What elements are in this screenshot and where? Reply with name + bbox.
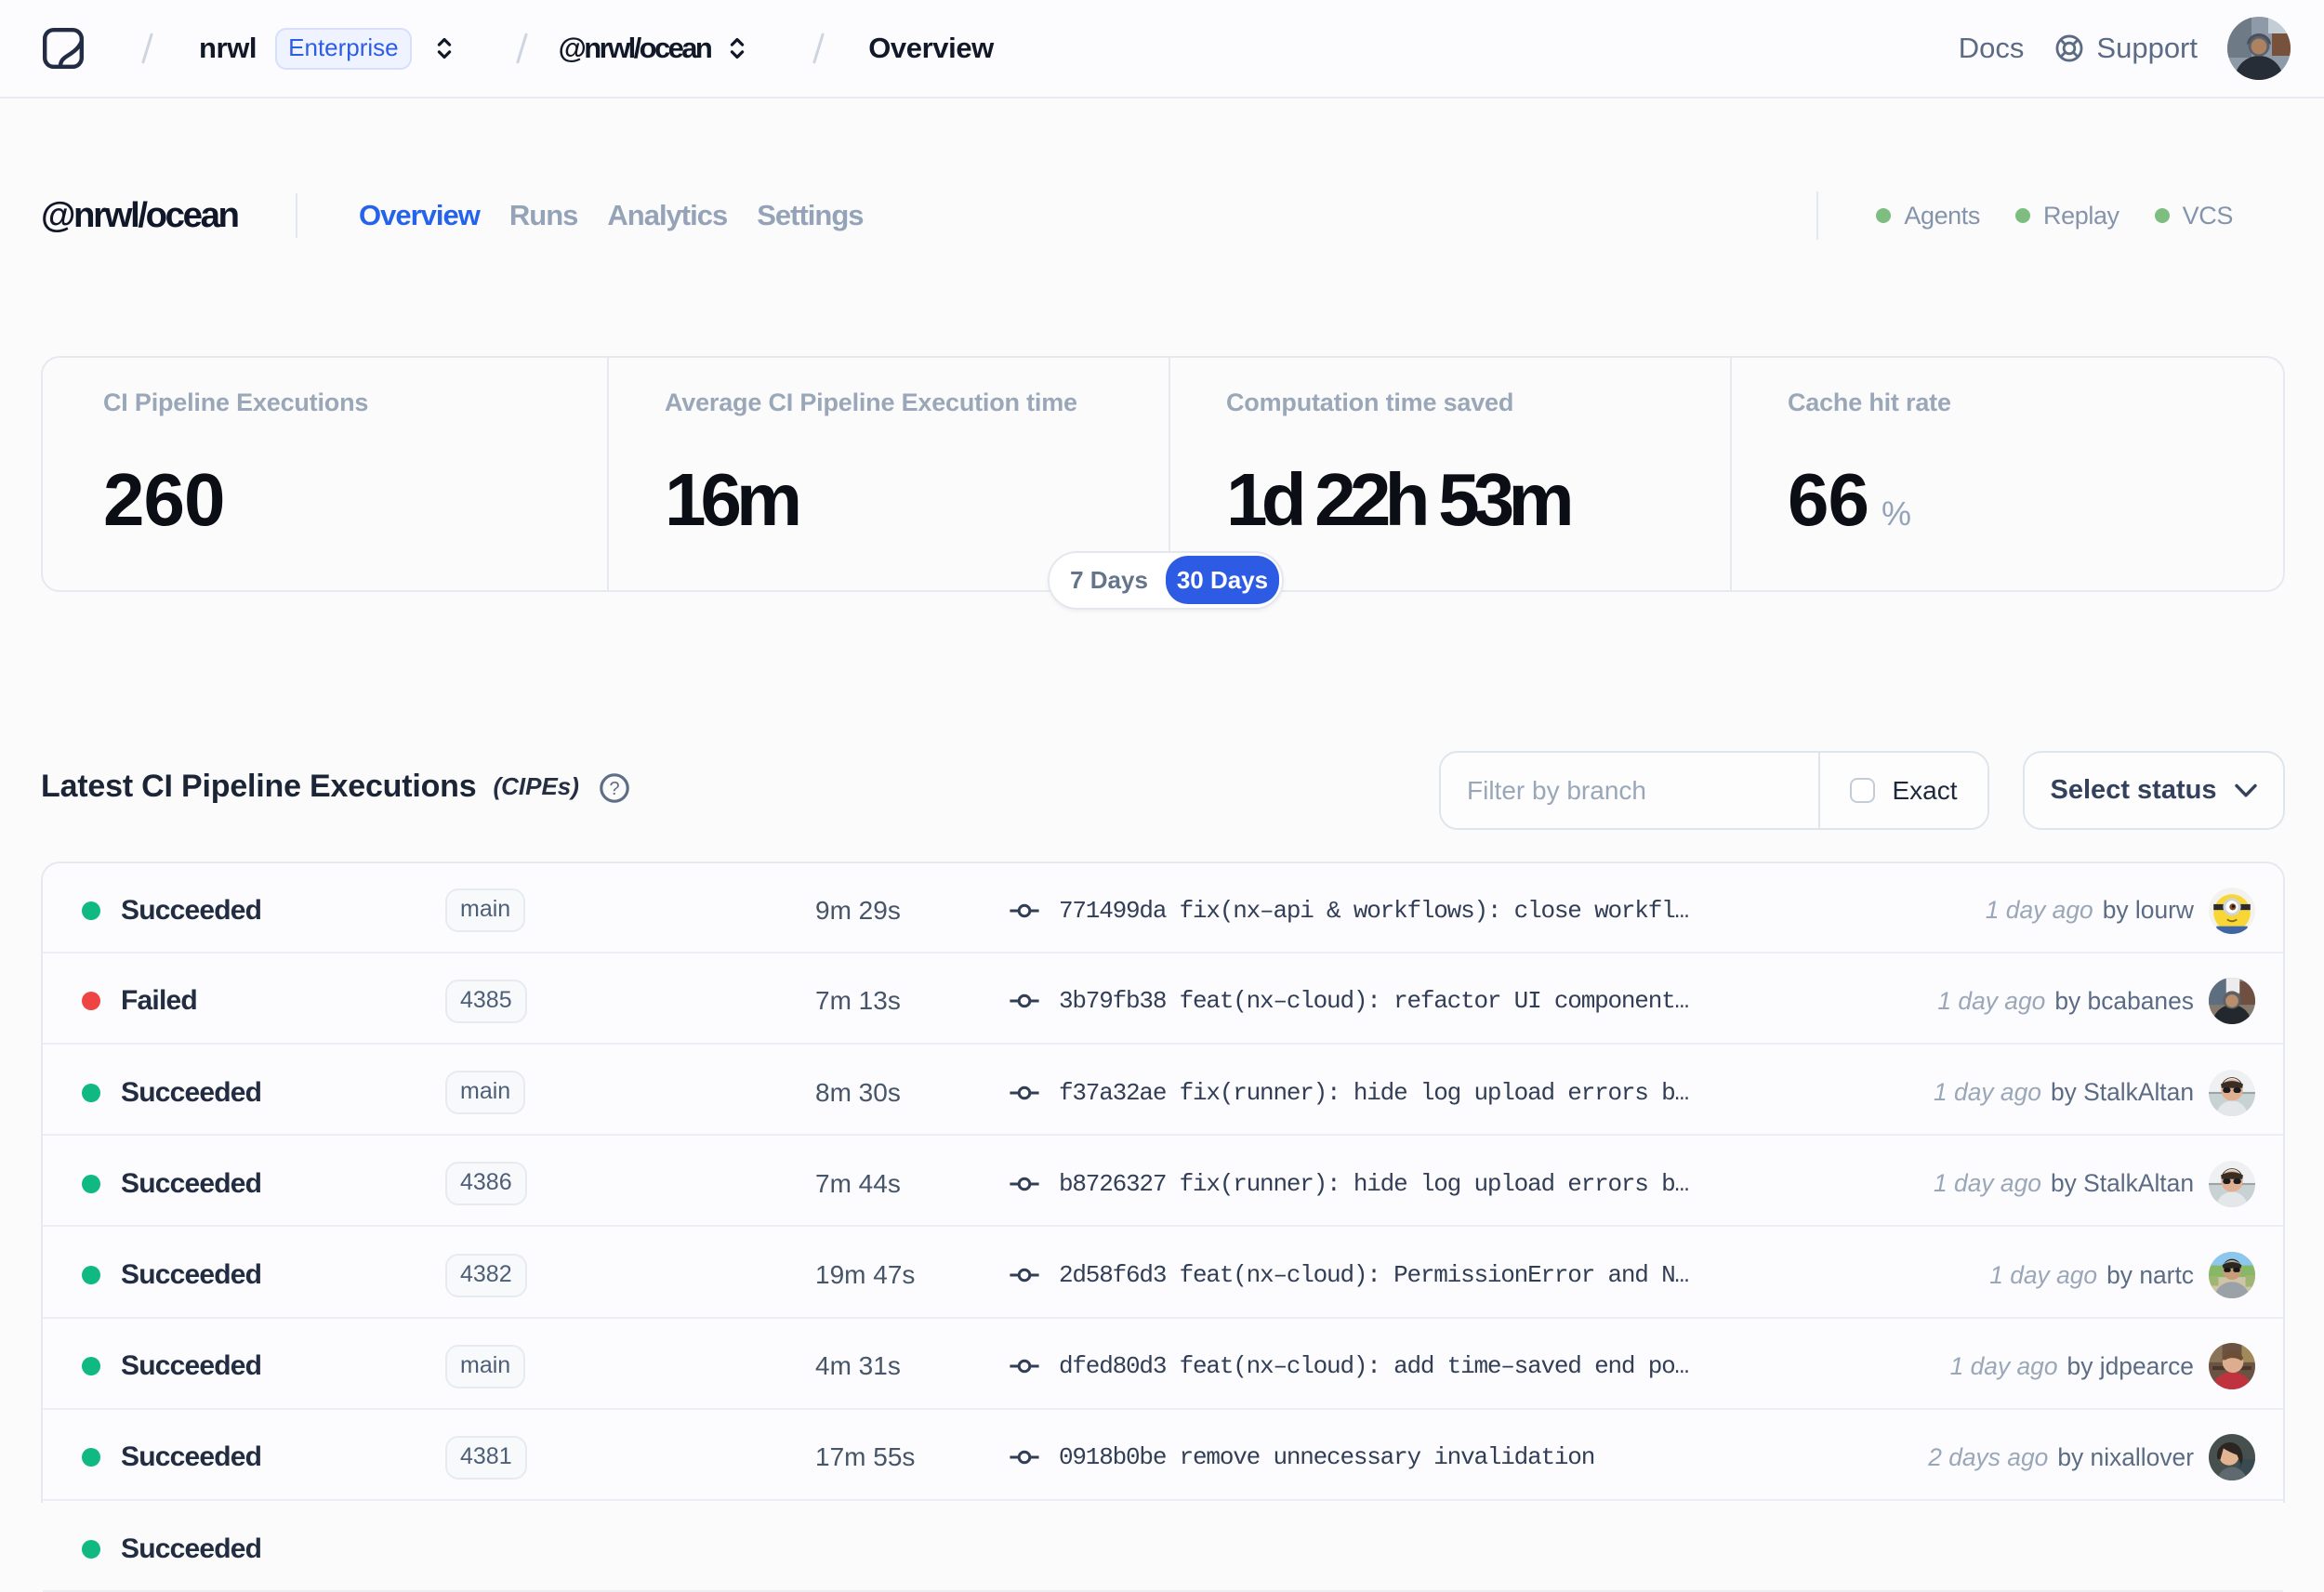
svg-text:?: ? <box>609 779 619 799</box>
